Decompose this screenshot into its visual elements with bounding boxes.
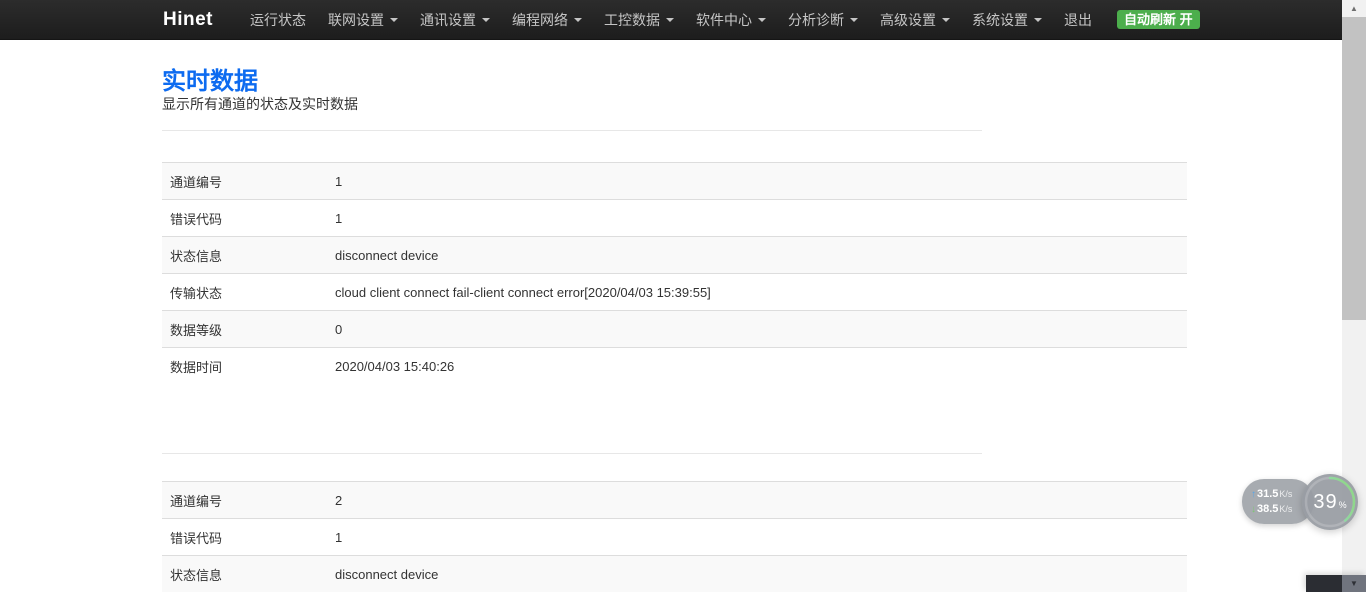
nav-item-label: 分析诊断 — [788, 10, 844, 30]
row-value: disconnect device — [327, 567, 1187, 582]
nav-item[interactable]: 高级设置 — [869, 0, 961, 39]
row-value: disconnect device — [327, 248, 1187, 263]
row-value: 1 — [327, 530, 1187, 545]
nav-item-label: 运行状态 — [250, 10, 306, 30]
caret-down-icon — [666, 18, 674, 22]
nav-item[interactable]: 编程网络 — [501, 0, 593, 39]
caret-down-icon — [942, 18, 950, 22]
nav-item-label: 工控数据 — [604, 10, 660, 30]
row-label: 状态信息 — [162, 565, 327, 584]
table-row: 状态信息disconnect device — [162, 555, 1187, 592]
divider — [162, 453, 982, 454]
table-row: 数据等级0 — [162, 310, 1187, 347]
caret-down-icon — [850, 18, 858, 22]
nav-item-label: 联网设置 — [328, 10, 384, 30]
row-label: 状态信息 — [162, 246, 327, 265]
percent-sign: % — [1339, 500, 1347, 510]
table-row: 状态信息disconnect device — [162, 236, 1187, 273]
upload-speed-unit: K/s — [1279, 487, 1292, 502]
nav-item-label: 退出 — [1064, 10, 1092, 30]
caret-down-icon — [390, 18, 398, 22]
nav-item-label: 编程网络 — [512, 10, 568, 30]
channel-status-table: 通道编号1错误代码1状态信息disconnect device传输状态cloud… — [162, 162, 1187, 384]
nav-item[interactable]: 通讯设置 — [409, 0, 501, 39]
row-label: 通道编号 — [162, 491, 327, 510]
nav-item-label: 高级设置 — [880, 10, 936, 30]
percent-readout: 39 % — [1313, 491, 1346, 514]
scrollbar-thumb[interactable] — [1342, 17, 1366, 320]
page-subtitle: 显示所有通道的状态及实时数据 — [162, 94, 358, 114]
row-label: 数据等级 — [162, 320, 327, 339]
upload-speed-value: 31.5 — [1257, 487, 1278, 502]
brand-logo[interactable]: Hinet — [163, 9, 213, 31]
upload-arrow-icon: ↑ — [1251, 487, 1256, 502]
nav-menu: 运行状态 联网设置 通讯设置 编程网络 工控数据 软件中心 分析诊断 高级设置 系统设置 退出 — [239, 0, 1103, 39]
table-row: 通道编号1 — [162, 162, 1187, 199]
row-label: 通道编号 — [162, 172, 327, 191]
browser-viewport: Hinet 运行状态 联网设置 通讯设置 编程网络 工控数据 软件中心 分析诊断 高级设置 系统… — [0, 0, 1366, 592]
speed-percent-circle[interactable]: 39 % — [1302, 474, 1358, 530]
row-value: 2 — [327, 493, 1187, 508]
row-label: 错误代码 — [162, 209, 327, 228]
caret-down-icon — [1034, 18, 1042, 22]
table-row: 传输状态cloud client connect fail-client con… — [162, 273, 1187, 310]
nav-item[interactable]: 退出 — [1053, 0, 1103, 39]
percent-value: 39 — [1313, 491, 1337, 514]
table-row: 错误代码1 — [162, 518, 1187, 555]
row-value: 2020/04/03 15:40:26 — [327, 359, 1187, 374]
nav-item-label: 系统设置 — [972, 10, 1028, 30]
row-value: 0 — [327, 322, 1187, 337]
download-speed-value: 38.5 — [1257, 502, 1278, 517]
channel-status-table: 通道编号2错误代码1状态信息disconnect device — [162, 481, 1187, 592]
nav-item[interactable]: 运行状态 — [239, 0, 317, 39]
nav-item-label: 软件中心 — [696, 10, 752, 30]
row-value: cloud client connect fail-client connect… — [327, 285, 1187, 300]
nav-item[interactable]: 联网设置 — [317, 0, 409, 39]
scroll-up-button[interactable]: ▲ — [1342, 0, 1366, 17]
download-arrow-icon: ↓ — [1251, 502, 1256, 517]
nav-item[interactable]: 软件中心 — [685, 0, 777, 39]
download-speed-unit: K/s — [1279, 502, 1292, 517]
scroll-down-button[interactable]: ▼ — [1342, 575, 1366, 592]
caret-down-icon — [758, 18, 766, 22]
row-label: 数据时间 — [162, 357, 327, 376]
nav-item[interactable]: 工控数据 — [593, 0, 685, 39]
nav-item[interactable]: 分析诊断 — [777, 0, 869, 39]
divider — [162, 130, 982, 131]
row-label: 传输状态 — [162, 283, 327, 302]
row-label: 错误代码 — [162, 528, 327, 547]
caret-down-icon — [482, 18, 490, 22]
table-row: 通道编号2 — [162, 481, 1187, 518]
row-value: 1 — [327, 211, 1187, 226]
table-row: 数据时间2020/04/03 15:40:26 — [162, 347, 1187, 384]
caret-down-icon — [574, 18, 582, 22]
auto-refresh-badge[interactable]: 自动刷新 开 — [1117, 10, 1200, 29]
page-title: 实时数据 — [162, 61, 258, 96]
nav-item-label: 通讯设置 — [420, 10, 476, 30]
table-row: 错误代码1 — [162, 199, 1187, 236]
nav-item[interactable]: 系统设置 — [961, 0, 1053, 39]
row-value: 1 — [327, 174, 1187, 189]
